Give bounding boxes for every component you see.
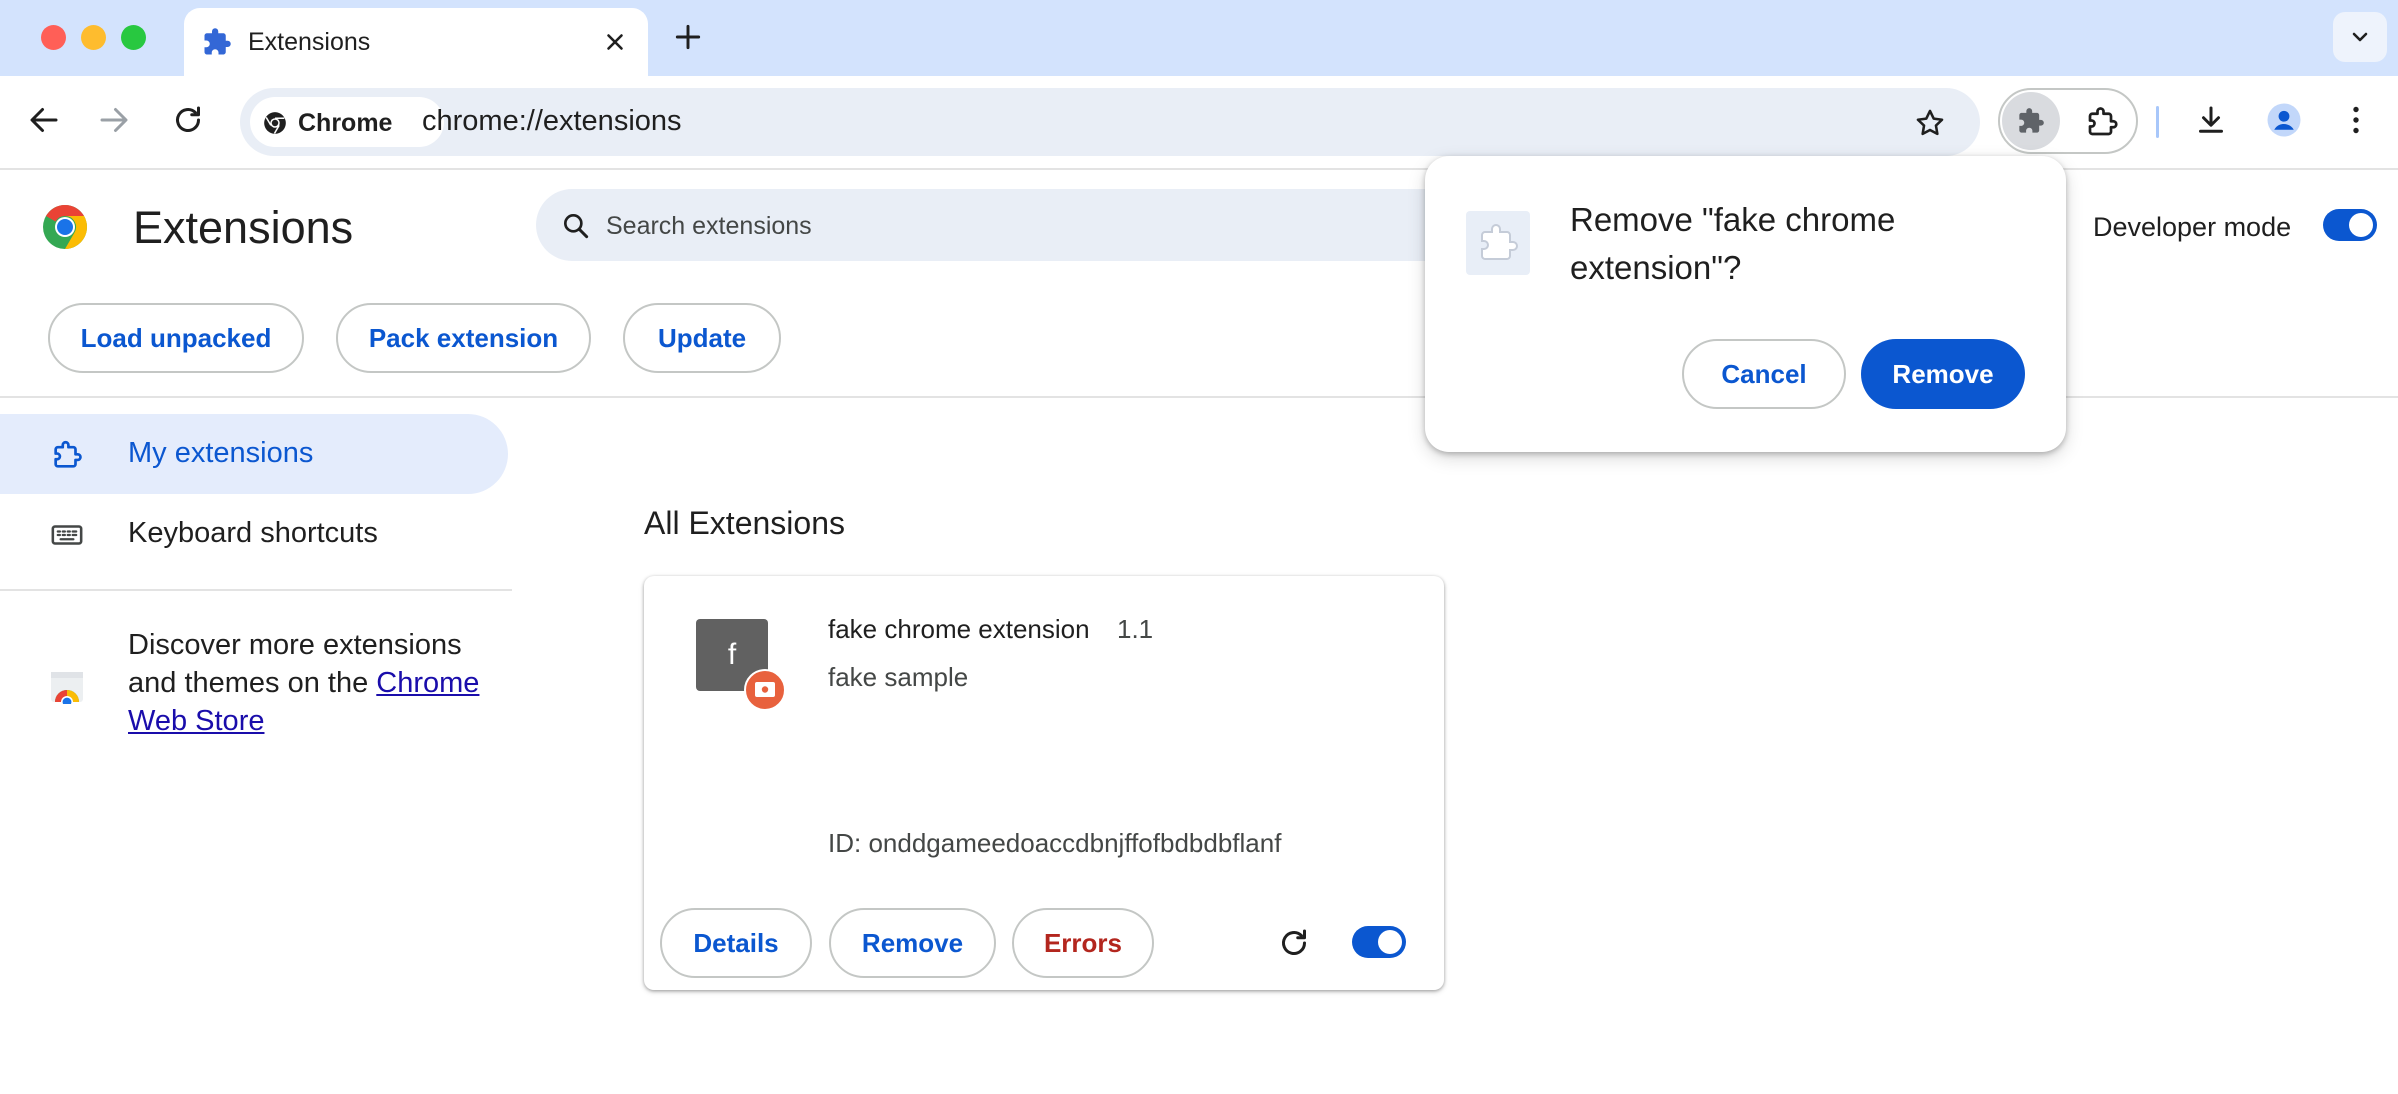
search-box[interactable] [536, 189, 1496, 261]
download-icon [2199, 106, 2223, 133]
reload-icon [176, 106, 200, 132]
back-button[interactable] [26, 102, 62, 138]
remove-button[interactable]: Remove [829, 908, 996, 978]
kebab-menu-icon [2353, 106, 2359, 134]
tab-extensions[interactable]: Extensions [184, 8, 648, 76]
details-button[interactable]: Details [660, 908, 812, 978]
dialog-cancel-button[interactable]: Cancel [1682, 339, 1846, 409]
extension-placeholder-icon [1466, 211, 1530, 275]
avatar-icon [2267, 103, 2301, 137]
chrome-logo-icon [41, 203, 89, 251]
discover-text: Discover more extensions and themes on t… [128, 626, 508, 740]
menu-button[interactable] [2338, 102, 2374, 138]
reload-extension-icon[interactable] [1276, 925, 1312, 961]
extension-outline-icon[interactable] [2084, 104, 2120, 140]
chevron-down-icon [2352, 32, 2368, 42]
new-tab-button[interactable] [672, 21, 704, 53]
extension-icon [54, 440, 82, 468]
site-info-chip[interactable]: Chrome [250, 97, 444, 147]
reload-button[interactable] [170, 102, 206, 138]
extensions-toolbar-group [1998, 88, 2138, 154]
extension-name: fake chrome extension [828, 614, 1090, 644]
extension-version: 1.1 [1117, 614, 1154, 644]
sidebar-item-label: My extensions [128, 437, 314, 469]
puzzle-icon [202, 27, 232, 57]
developer-mode-toggle[interactable] [2323, 209, 2377, 241]
load-unpacked-button[interactable]: Load unpacked [48, 303, 304, 373]
profile-button[interactable] [2266, 102, 2302, 138]
arrow-left-icon [30, 108, 58, 132]
extension-enable-toggle[interactable] [1352, 926, 1406, 958]
tab-title: Extensions [248, 28, 371, 56]
window-maximize-button[interactable] [121, 25, 146, 50]
sidebar-item-my-extensions[interactable]: My extensions [0, 414, 508, 494]
developer-mode-label: Developer mode [2093, 212, 2292, 242]
page-title: Extensions [133, 202, 354, 253]
sidebar-item-label: Keyboard shortcuts [128, 517, 378, 549]
puzzle-icon [2019, 108, 2044, 133]
site-chip-label: Chrome [298, 109, 393, 137]
toolbar-divider [2156, 106, 2159, 138]
search-icon [564, 214, 589, 239]
extension-card: f fake chrome extension 1.1 fake sample … [644, 576, 1444, 990]
downloads-button[interactable] [2193, 102, 2229, 138]
sidebar-item-keyboard-shortcuts[interactable]: Keyboard shortcuts [0, 494, 508, 574]
errors-button[interactable]: Errors [1012, 908, 1154, 978]
update-button[interactable]: Update [623, 303, 781, 373]
address-bar[interactable]: Chrome chrome://extensions [240, 88, 1980, 156]
pack-extension-button[interactable]: Pack extension [336, 303, 591, 373]
extensions-menu-button[interactable] [2002, 92, 2060, 150]
close-icon[interactable] [602, 29, 628, 55]
window-minimize-button[interactable] [81, 25, 106, 50]
dialog-title: Remove "fake chrome extension"? [1570, 201, 1896, 286]
chrome-web-store-icon [49, 668, 85, 704]
extension-description: fake sample [828, 662, 969, 692]
tab-strip: Extensions [0, 0, 2398, 76]
extension-id: ID: onddgameedoaccdbnjffofbdbdbflanf [828, 828, 1282, 858]
search-input[interactable] [604, 203, 1468, 249]
sidebar-divider [0, 589, 512, 591]
keyboard-icon [51, 525, 83, 545]
window-close-button[interactable] [41, 25, 66, 50]
remove-extension-dialog: Remove "fake chrome extension"? Cancel R… [1425, 156, 2066, 452]
forward-button[interactable] [96, 102, 132, 138]
unpacked-badge-icon [744, 669, 786, 711]
bookmark-star-icon[interactable] [1913, 106, 1947, 140]
arrow-right-icon [100, 108, 128, 132]
tab-search-button[interactable] [2333, 12, 2387, 62]
url-text[interactable]: chrome://extensions [422, 105, 682, 138]
dialog-remove-button[interactable]: Remove [1861, 339, 2025, 409]
chrome-logo-icon [264, 112, 286, 134]
section-title: All Extensions [644, 505, 845, 541]
